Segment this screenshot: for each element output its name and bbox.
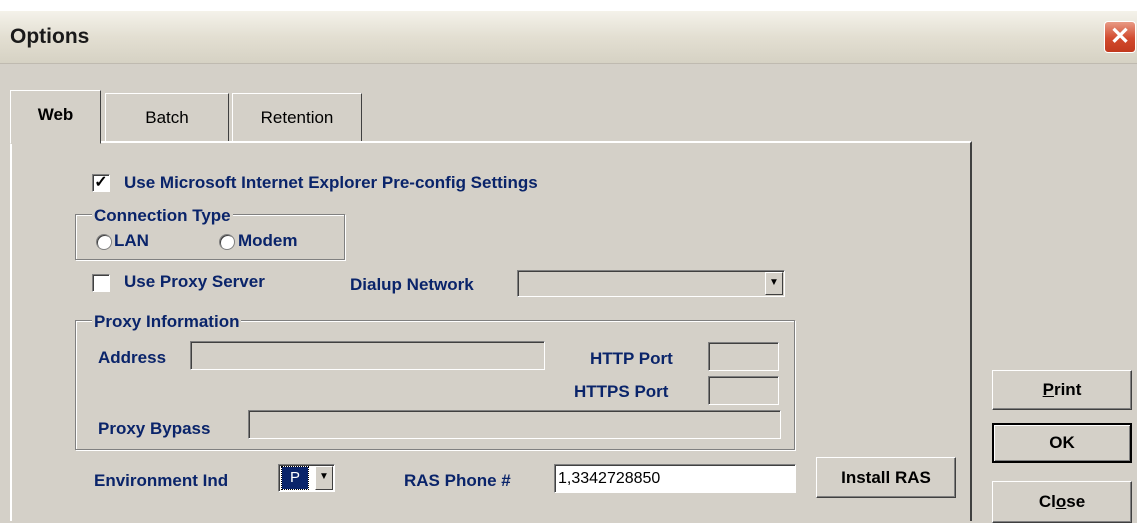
environment-ind-label: Environment Ind: [94, 471, 229, 490]
address-label: Address: [98, 348, 167, 367]
tab-batch-label: Batch: [145, 108, 189, 127]
print-label-rest: rint: [1053, 380, 1082, 399]
tab-retention[interactable]: Retention: [232, 93, 362, 141]
https-port-input[interactable]: [708, 376, 779, 405]
title-bar: Options ✕: [0, 11, 1137, 64]
print-button[interactable]: Print: [992, 370, 1132, 410]
close-button[interactable]: Close: [992, 481, 1132, 523]
proxy-bypass-input[interactable]: [248, 410, 781, 439]
dialog-client-area: Web Batch Retention ✓ Use Microsoft Inte…: [0, 64, 1137, 523]
chevron-down-icon: ▼: [319, 471, 329, 482]
install-ras-button[interactable]: Install RAS: [816, 457, 956, 498]
use-ie-settings-checkbox[interactable]: ✓: [92, 174, 110, 192]
tab-retention-label: Retention: [260, 108, 334, 127]
ok-button[interactable]: OK: [992, 423, 1132, 463]
environment-ind-value: P: [281, 466, 309, 490]
close-window-button[interactable]: ✕: [1104, 21, 1136, 53]
proxy-information-title: Proxy Information: [92, 312, 242, 332]
https-port-input-field[interactable]: [709, 377, 778, 404]
use-proxy-checkbox[interactable]: [92, 274, 110, 292]
close-accel: o: [1055, 492, 1067, 511]
tab-web[interactable]: Web: [10, 90, 101, 144]
address-input-field[interactable]: [191, 342, 544, 369]
print-accel: P: [1042, 380, 1054, 399]
dialup-network-label: Dialup Network: [350, 275, 474, 294]
http-port-input-field[interactable]: [709, 343, 778, 370]
http-port-label: HTTP Port: [590, 349, 673, 368]
close-label-pre: Cl: [1038, 492, 1056, 511]
close-label-rest: se: [1066, 492, 1086, 511]
tab-web-label: Web: [37, 105, 74, 124]
address-input[interactable]: [190, 341, 545, 370]
window-title: Options: [10, 25, 90, 48]
lan-radio[interactable]: [96, 234, 112, 250]
tab-batch[interactable]: Batch: [105, 93, 229, 141]
modem-radio[interactable]: [219, 234, 235, 250]
chevron-down-icon: ▼: [769, 277, 779, 288]
ras-phone-label: RAS Phone #: [404, 471, 511, 490]
connection-type-title: Connection Type: [92, 206, 233, 226]
ok-label: OK: [1049, 433, 1075, 452]
environment-dropdown-button[interactable]: ▼: [315, 466, 333, 490]
http-port-input[interactable]: [708, 342, 779, 371]
proxy-bypass-input-field[interactable]: [249, 411, 780, 438]
use-ie-settings-label: Use Microsoft Internet Explorer Pre-conf…: [124, 173, 538, 192]
modem-label: Modem: [238, 231, 298, 250]
close-icon: ✕: [1109, 23, 1131, 50]
proxy-bypass-label: Proxy Bypass: [98, 419, 211, 438]
options-dialog: Options ✕ Web Batch Retention ✓ Use Micr…: [0, 10, 1137, 523]
ras-phone-input[interactable]: [554, 464, 796, 493]
install-ras-label: Install RAS: [841, 468, 931, 487]
use-proxy-label: Use Proxy Server: [124, 272, 265, 291]
dialup-network-select[interactable]: ▼: [517, 270, 785, 297]
dialup-dropdown-button[interactable]: ▼: [765, 272, 783, 295]
ras-phone-input-field[interactable]: [555, 465, 795, 492]
check-mark-icon: ✓: [94, 174, 108, 191]
lan-label: LAN: [114, 231, 149, 250]
https-port-label: HTTPS Port: [574, 382, 669, 401]
environment-ind-select[interactable]: P ▼: [278, 464, 335, 492]
